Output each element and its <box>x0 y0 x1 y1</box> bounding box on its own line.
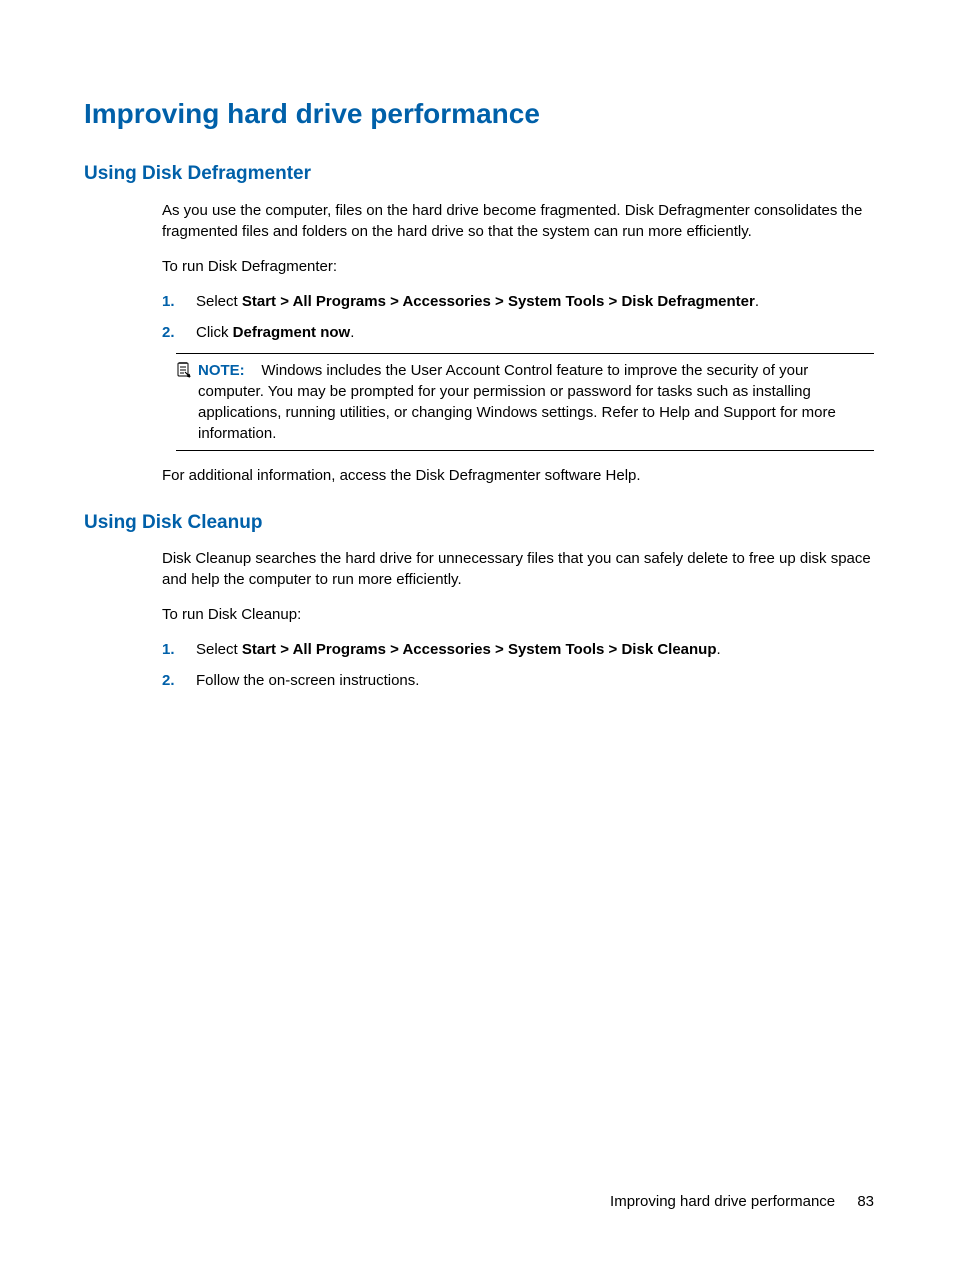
note-box: NOTE: Windows includes the User Account … <box>176 353 874 451</box>
page-footer: Improving hard drive performance 83 <box>610 1191 874 1212</box>
step-number: 1. <box>162 639 196 660</box>
section-heading-cleanup: Using Disk Cleanup <box>84 510 874 537</box>
step-number: 1. <box>162 291 196 312</box>
step-number: 2. <box>162 670 196 691</box>
paragraph: Disk Cleanup searches the hard drive for… <box>162 548 874 590</box>
step-text: Select Start > All Programs > Accessorie… <box>196 639 874 660</box>
step-text: Click Defragment now. <box>196 322 874 343</box>
paragraph: To run Disk Defragmenter: <box>162 256 874 277</box>
list-item: 2. Click Defragment now. <box>162 322 874 343</box>
list-item: 1. Select Start > All Programs > Accesso… <box>162 291 874 312</box>
note-text: Windows includes the User Account Contro… <box>198 362 836 442</box>
paragraph: To run Disk Cleanup: <box>162 604 874 625</box>
step-text: Select Start > All Programs > Accessorie… <box>196 291 874 312</box>
step-list: 1. Select Start > All Programs > Accesso… <box>162 291 874 343</box>
note-icon <box>176 362 198 384</box>
footer-text: Improving hard drive performance <box>610 1193 835 1210</box>
page-title: Improving hard drive performance <box>84 94 874 133</box>
section-heading-defragmenter: Using Disk Defragmenter <box>84 161 874 188</box>
list-item: 1. Select Start > All Programs > Accesso… <box>162 639 874 660</box>
note-label: NOTE: <box>198 362 245 379</box>
paragraph: For additional information, access the D… <box>162 465 874 486</box>
page-number: 83 <box>857 1193 874 1210</box>
step-number: 2. <box>162 322 196 343</box>
step-list: 1. Select Start > All Programs > Accesso… <box>162 639 874 691</box>
step-text: Follow the on-screen instructions. <box>196 670 874 691</box>
paragraph: As you use the computer, files on the ha… <box>162 200 874 242</box>
note-content: NOTE: Windows includes the User Account … <box>198 360 874 444</box>
list-item: 2. Follow the on-screen instructions. <box>162 670 874 691</box>
